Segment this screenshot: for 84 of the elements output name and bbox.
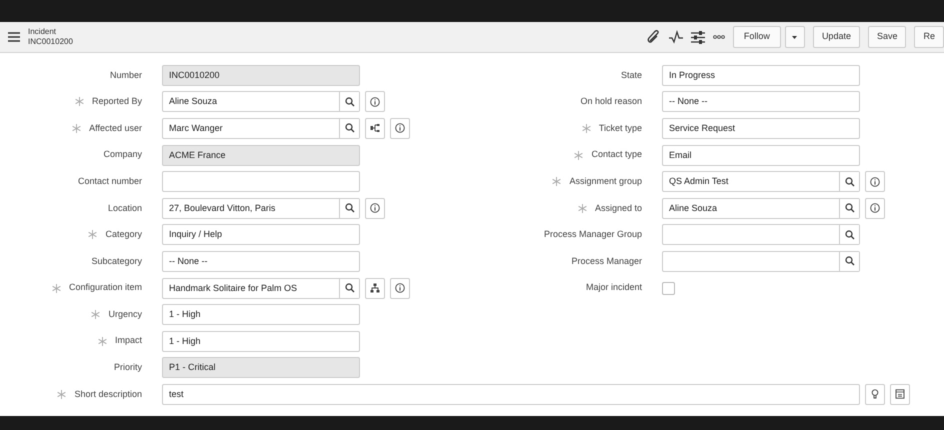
input-field[interactable]: -- None -- (162, 250, 360, 272)
info-icon (395, 123, 405, 134)
field-label: Ticket type (598, 122, 642, 135)
template-button[interactable] (890, 384, 910, 405)
field-label: Priority (114, 361, 142, 374)
search-icon[interactable] (844, 256, 854, 266)
field-label: Process Manager Group (544, 228, 642, 242)
input-field: P1 - Critical (162, 357, 360, 378)
lookup-field[interactable] (662, 250, 860, 272)
user-tree-icon (370, 123, 380, 134)
input-field[interactable]: Inquiry / Help (162, 224, 360, 246)
form-button[interactable]: Update (812, 26, 860, 48)
field-label: Impact (114, 334, 142, 348)
related-button[interactable] (365, 118, 385, 139)
field-label: Assignment group (569, 174, 642, 188)
form-button[interactable]: Save (868, 26, 906, 48)
field-label: Process Manager (571, 254, 642, 268)
info-button[interactable] (390, 278, 410, 299)
record-number: INC0010200 (28, 37, 73, 47)
paperclip-icon[interactable] (646, 30, 661, 44)
field-label: Contact number (78, 174, 142, 188)
search-icon[interactable] (344, 203, 354, 214)
search-icon[interactable] (344, 123, 354, 134)
input-field[interactable]: In Progress (662, 64, 860, 86)
lookup-field[interactable]: Aline Souza (662, 198, 860, 219)
lookup-field[interactable] (662, 224, 860, 246)
lookup-field[interactable]: Aline Souza (162, 91, 360, 112)
pulse-icon[interactable] (668, 30, 683, 44)
field-label: Number (110, 68, 142, 82)
info-button[interactable] (865, 198, 885, 219)
info-button[interactable] (390, 118, 410, 139)
lookup-field[interactable]: 27, Boulevard Vitton, Paris (162, 198, 360, 219)
sliders-icon[interactable] (690, 30, 705, 44)
input-field[interactable]: -- None -- (662, 91, 860, 112)
field-label: State (620, 68, 642, 82)
input-field: ACME France (162, 144, 360, 166)
field-label: Reported By (92, 95, 142, 108)
info-icon (370, 96, 380, 107)
lightbulb-icon (870, 389, 880, 400)
field-label: Contact type (591, 148, 642, 162)
lookup-field[interactable]: Handmark Solitaire for Palm OS (162, 278, 360, 299)
caret-icon (792, 36, 798, 38)
field-label: Short description (74, 388, 142, 401)
info-button[interactable] (365, 198, 385, 219)
lookup-field[interactable]: QS Admin Test (662, 171, 860, 192)
field-label: Configuration item (68, 281, 142, 294)
info-icon (395, 283, 405, 294)
info-icon (870, 176, 880, 187)
dependency-button[interactable] (365, 278, 385, 299)
field-label: On hold reason (580, 95, 642, 108)
menu-icon[interactable] (8, 32, 20, 42)
input-field: INC0010200 (162, 64, 360, 86)
field-label: Location (108, 202, 142, 215)
field-label: Company (103, 148, 142, 162)
hierarchy-icon (370, 283, 380, 294)
more-icon[interactable] (712, 35, 725, 39)
info-button[interactable] (365, 91, 385, 112)
input-field[interactable]: 1 - High (162, 330, 360, 352)
lookup-field[interactable]: Marc Wanger (162, 118, 360, 139)
search-icon[interactable] (344, 283, 354, 294)
search-icon[interactable] (844, 230, 854, 240)
search-icon[interactable] (844, 176, 854, 187)
input-field[interactable]: test (162, 384, 860, 405)
form-title: Incident (28, 27, 58, 37)
form-button[interactable]: Re (914, 26, 944, 48)
field-label: Urgency (108, 308, 142, 321)
info-button[interactable] (865, 171, 885, 192)
info-icon (370, 203, 380, 214)
input-field[interactable]: Email (662, 144, 860, 166)
info-icon (870, 203, 880, 214)
follow-button[interactable]: Follow (732, 26, 781, 48)
input-field[interactable] (162, 171, 360, 192)
template-icon (895, 389, 905, 400)
field-label: Major incident (586, 281, 642, 294)
field-label: Affected user (89, 122, 142, 135)
input-field[interactable]: Service Request (662, 118, 860, 139)
search-icon[interactable] (344, 96, 354, 107)
input-field[interactable]: 1 - High (162, 304, 360, 326)
field-label: Subcategory (91, 254, 142, 268)
checkbox[interactable] (662, 282, 675, 295)
suggestion-button[interactable] (865, 384, 885, 405)
search-icon[interactable] (844, 203, 854, 214)
field-label: Category (105, 228, 142, 242)
field-label: Assigned to (594, 202, 642, 215)
